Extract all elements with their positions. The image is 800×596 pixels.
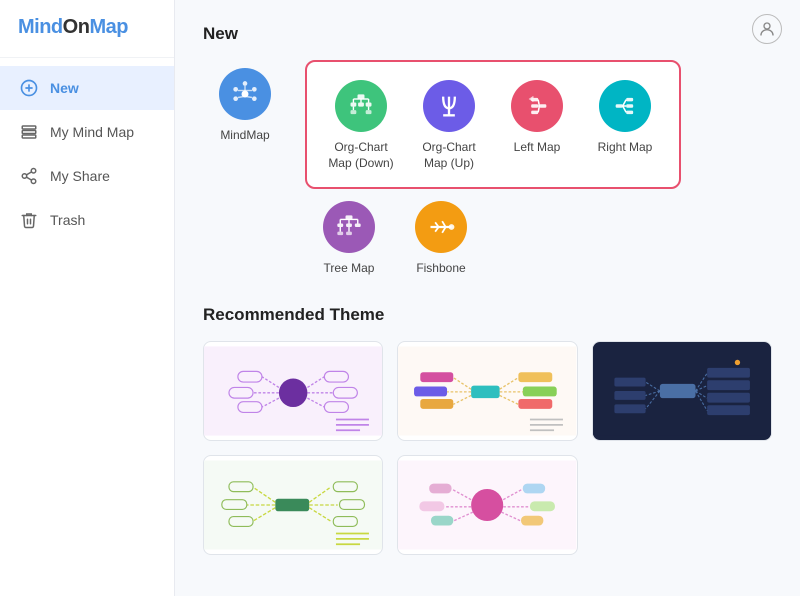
profile-button[interactable] [752, 14, 782, 44]
org-chart-up-label: Org-Chart Map (Up) [413, 140, 485, 171]
theme-card-3[interactable] [592, 341, 772, 441]
left-map-icon-circle [511, 80, 563, 132]
template-right-map[interactable]: Right Map [583, 72, 667, 177]
sidebar-item-my-share-label: My Share [50, 168, 110, 184]
plus-circle-icon [18, 77, 40, 99]
sidebar-item-my-mind-map-label: My Mind Map [50, 124, 134, 140]
nav-menu: New My Mind Map [0, 58, 174, 242]
profile-area [752, 14, 782, 44]
template-fishbone[interactable]: Fishbone [399, 193, 483, 283]
theme-card-4[interactable] [203, 455, 383, 555]
right-map-icon-circle [599, 80, 651, 132]
tree-map-icon-circle [323, 201, 375, 253]
sidebar: MindOnMap New [0, 0, 175, 596]
logo-area: MindOnMap [0, 0, 174, 58]
templates-row2: Tree Map Fishbone [203, 193, 772, 283]
org-chart-down-label: Org-Chart Map (Down) [325, 140, 397, 171]
layers-icon [18, 121, 40, 143]
mindmap-label: MindMap [220, 128, 269, 144]
template-org-chart-down[interactable]: Org-Chart Map (Down) [319, 72, 403, 177]
recommended-section-title: Recommended Theme [203, 305, 772, 325]
logo: MindOnMap [18, 16, 156, 39]
new-section-title: New [203, 24, 772, 44]
share-icon [18, 165, 40, 187]
fishbone-label: Fishbone [416, 261, 465, 277]
template-mindmap[interactable]: MindMap [203, 60, 287, 150]
tree-map-label: Tree Map [324, 261, 375, 277]
themes-grid [203, 341, 772, 555]
mindmap-icon-circle [219, 68, 271, 120]
sidebar-item-my-mind-map[interactable]: My Mind Map [0, 110, 174, 154]
sidebar-item-trash-label: Trash [50, 212, 85, 228]
template-tree-map[interactable]: Tree Map [307, 193, 391, 283]
org-chart-up-icon-circle [423, 80, 475, 132]
theme-card-2[interactable] [397, 341, 577, 441]
template-org-chart-up[interactable]: Org-Chart Map (Up) [407, 72, 491, 177]
sidebar-item-my-share[interactable]: My Share [0, 154, 174, 198]
fishbone-icon-circle [415, 201, 467, 253]
sidebar-item-trash[interactable]: Trash [0, 198, 174, 242]
trash-icon [18, 209, 40, 231]
sidebar-item-new[interactable]: New [0, 66, 174, 110]
templates-container: MindMap [203, 60, 772, 189]
highlighted-templates-box: Org-Chart Map (Down) Org-Chart Map (Up) [305, 60, 681, 189]
theme-card-1[interactable] [203, 341, 383, 441]
template-left-map[interactable]: Left Map [495, 72, 579, 177]
theme-card-5[interactable] [397, 455, 577, 555]
spacer [203, 193, 287, 283]
sidebar-item-new-label: New [50, 80, 79, 96]
left-map-label: Left Map [514, 140, 561, 156]
main-content: New [175, 0, 800, 596]
right-map-label: Right Map [598, 140, 653, 156]
org-chart-down-icon-circle [335, 80, 387, 132]
recommended-theme-section: Recommended Theme [203, 305, 772, 555]
